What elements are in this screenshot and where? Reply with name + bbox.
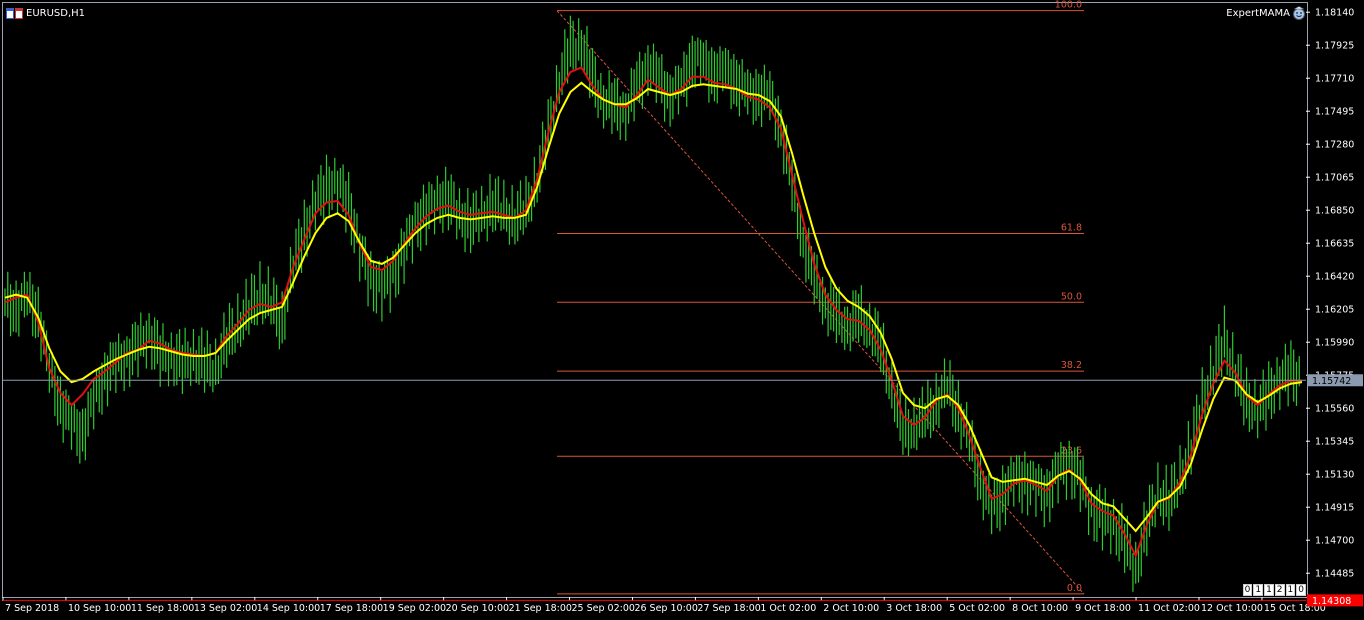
- time-tick-label: 9 Oct 18:00: [1075, 603, 1131, 614]
- time-tick-label: 11 Oct 02:00: [1138, 603, 1200, 614]
- time-tick-label: 13 Sep 02:00: [194, 603, 257, 614]
- price-tick-label: 1.17065: [1315, 173, 1354, 184]
- price-tick-label: 1.17280: [1315, 140, 1354, 151]
- price-tick-label: 1.17495: [1315, 107, 1354, 118]
- scale-fix-button[interactable]: 2: [1274, 584, 1285, 596]
- time-tick-label: 25 Sep 02:00: [572, 603, 635, 614]
- fibonacci-level-label: 100.0: [1055, 0, 1082, 11]
- scale-fix-button[interactable]: 0: [1242, 584, 1253, 596]
- time-tick-label: 1 Oct 02:00: [760, 603, 816, 614]
- time-tick-label: 5 Oct 02:00: [949, 603, 1005, 614]
- time-tick-label: 14 Sep 10:00: [257, 603, 320, 614]
- price-tick-label: 1.15345: [1315, 437, 1354, 448]
- scale-fix-buttons[interactable]: 011210: [1242, 584, 1306, 596]
- time-tick-label: 11 Sep 18:00: [131, 603, 194, 614]
- fibonacci-level-label: 50.0: [1061, 291, 1082, 302]
- price-tags: 1.15742 1.14308: [3, 374, 1363, 607]
- price-tick-label: 1.14700: [1315, 536, 1354, 547]
- price-chart[interactable]: 100.061.850.038.223.60.0 1.181401.179251…: [0, 0, 1364, 620]
- time-tick-label: 7 Sep 2018: [5, 603, 59, 614]
- fibonacci-level-label: 61.8: [1061, 222, 1082, 233]
- price-tick-label: 1.14915: [1315, 503, 1354, 514]
- price-tick-label: 1.15130: [1315, 470, 1354, 481]
- price-tick-label: 1.17710: [1315, 74, 1354, 85]
- time-tick-label: 21 Sep 18:00: [509, 603, 572, 614]
- fibonacci-level-label: 0.0: [1067, 583, 1082, 594]
- scale-fix-button[interactable]: 0: [1296, 584, 1306, 596]
- bid-price-value: 1.15742: [1312, 376, 1351, 387]
- ask-price-value: 1.14308: [1312, 596, 1351, 607]
- time-tick-label: 17 Sep 18:00: [320, 603, 383, 614]
- time-tick-label: 2 Oct 10:00: [823, 603, 879, 614]
- time-tick-label: 8 Oct 10:00: [1012, 603, 1068, 614]
- scale-fix-button[interactable]: 1: [1285, 584, 1296, 596]
- time-tick-label: 26 Sep 10:00: [634, 603, 697, 614]
- price-tick-label: 1.15560: [1315, 404, 1354, 415]
- price-series: [4, 15, 1300, 592]
- price-tick-label: 1.18140: [1315, 8, 1354, 19]
- time-tick-label: 27 Sep 18:00: [697, 603, 760, 614]
- price-tick-label: 1.16205: [1315, 305, 1354, 316]
- time-tick-label: 10 Sep 10:00: [68, 603, 131, 614]
- fibonacci-level-label: 38.2: [1061, 360, 1082, 371]
- time-tick-label: 20 Sep 10:00: [446, 603, 509, 614]
- price-tick-label: 1.15990: [1315, 338, 1354, 349]
- time-tick-label: 3 Oct 18:00: [886, 603, 942, 614]
- ma-fast-line: [4, 66, 1302, 559]
- price-tick-label: 1.17925: [1315, 41, 1354, 52]
- time-tick-label: 12 Oct 10:00: [1201, 603, 1263, 614]
- price-tick-label: 1.16420: [1315, 272, 1354, 283]
- ma-slow-line: [4, 81, 1303, 533]
- scale-fix-button[interactable]: 1: [1253, 584, 1264, 596]
- moving-averages: [4, 66, 1303, 559]
- time-tick-label: 19 Sep 02:00: [383, 603, 446, 614]
- price-axis[interactable]: 1.18140 1.17925 1.17710 1.17495 1.17280 1.170…: [1306, 8, 1354, 580]
- scale-fix-button[interactable]: 1: [1264, 584, 1274, 596]
- price-tick-label: 1.16635: [1315, 239, 1354, 250]
- price-tick-label: 1.14485: [1315, 569, 1354, 580]
- time-axis[interactable]: 7 Sep 2018 10 Sep 10:00 11 Sep 18:00 13 Sep…: [2, 597, 1326, 614]
- price-tick-label: 1.16850: [1315, 206, 1354, 217]
